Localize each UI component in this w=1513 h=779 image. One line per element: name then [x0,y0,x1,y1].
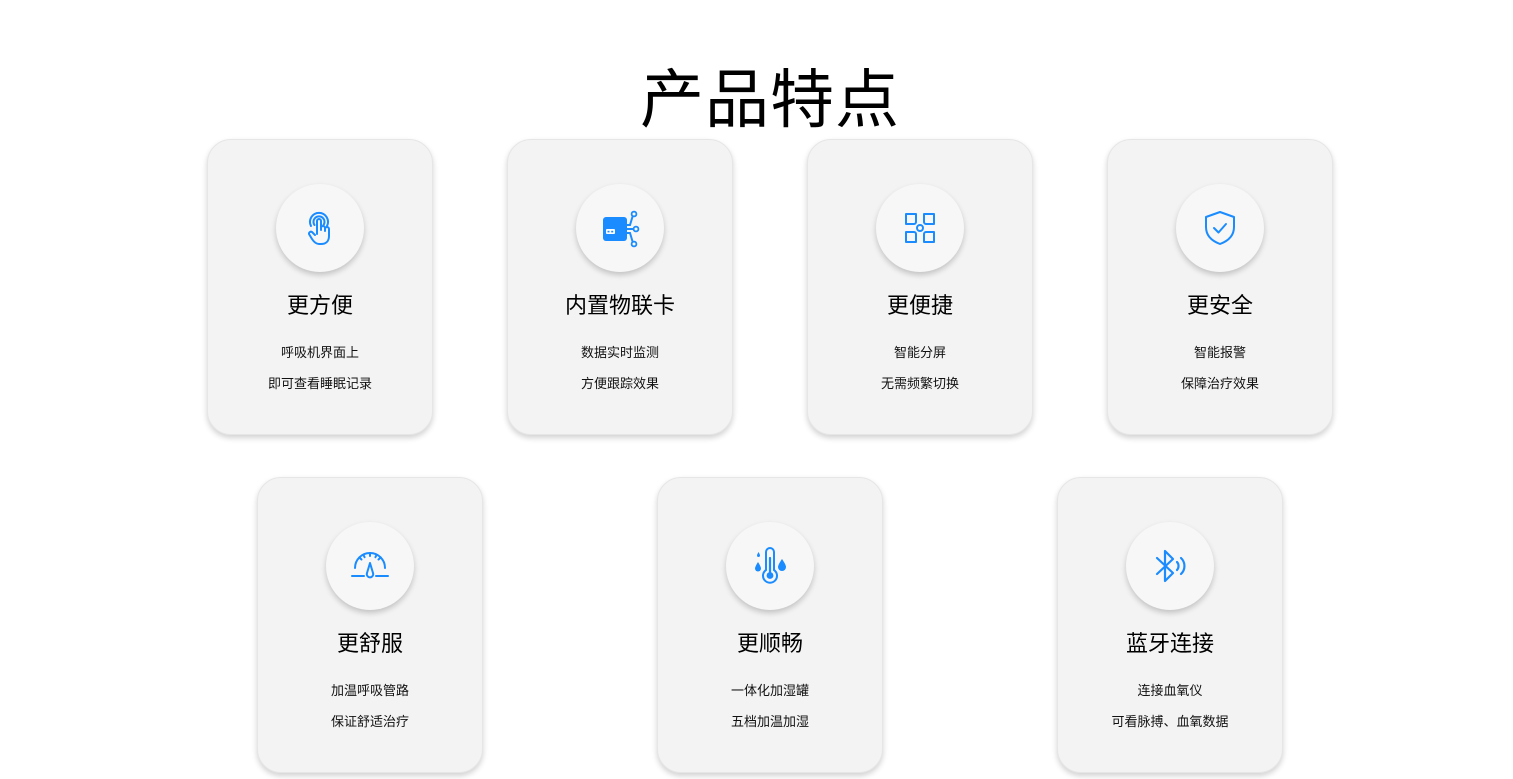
thermometer-drops-icon [726,522,814,610]
bluetooth-icon [1126,522,1214,610]
page-title: 产品特点 [640,63,900,138]
feature-desc-line: 方便跟踪效果 [580,377,659,392]
feature-card-iot: 内置物联卡 数据实时监测 方便跟踪效果 [507,139,733,435]
feature-card-bluetooth: 蓝牙连接 连接血氧仪 可看脉搏、血氧数据 [1057,477,1283,773]
shield-check-icon [1176,184,1264,272]
feature-card-handy: 更便捷 智能分屏 无需频繁切换 [807,139,1033,435]
feature-title: 内置物联卡 [564,294,675,319]
feature-card-convenient: 更方便 呼吸机界面上 即可查看睡眠记录 [207,139,433,435]
feature-title: 更便捷 [886,294,953,319]
gauge-icon [326,522,414,610]
feature-desc-line: 智能报警 [1193,346,1246,361]
feature-desc-line: 一体化加湿罐 [730,684,809,699]
feature-desc-line: 即可查看睡眠记录 [267,377,372,392]
feature-title: 更舒服 [336,632,403,657]
feature-card-smooth: 更顺畅 一体化加湿罐 五档加温加湿 [657,477,883,773]
feature-card-comfort: 更舒服 加温呼吸管路 保证舒适治疗 [257,477,483,773]
iot-card-icon [576,184,664,272]
feature-title: 蓝牙连接 [1125,632,1214,657]
feature-desc-line: 数据实时监测 [580,346,659,361]
feature-desc-line: 连接血氧仪 [1137,684,1203,699]
feature-card-safe: 更安全 智能报警 保障治疗效果 [1107,139,1333,435]
feature-title: 更方便 [286,294,353,319]
feature-desc-line: 五档加温加湿 [730,715,809,730]
feature-desc-line: 可看脉搏、血氧数据 [1111,715,1229,730]
feature-desc-line: 保障治疗效果 [1180,377,1259,392]
touch-icon [276,184,364,272]
feature-title: 更安全 [1186,294,1253,319]
feature-title: 更顺畅 [736,632,803,657]
feature-desc-line: 加温呼吸管路 [330,684,409,699]
feature-desc-line: 呼吸机界面上 [280,346,359,361]
split-screen-icon [876,184,964,272]
feature-desc-line: 无需频繁切换 [880,377,959,392]
feature-desc-line: 智能分屏 [893,346,946,361]
feature-desc-line: 保证舒适治疗 [330,715,409,730]
